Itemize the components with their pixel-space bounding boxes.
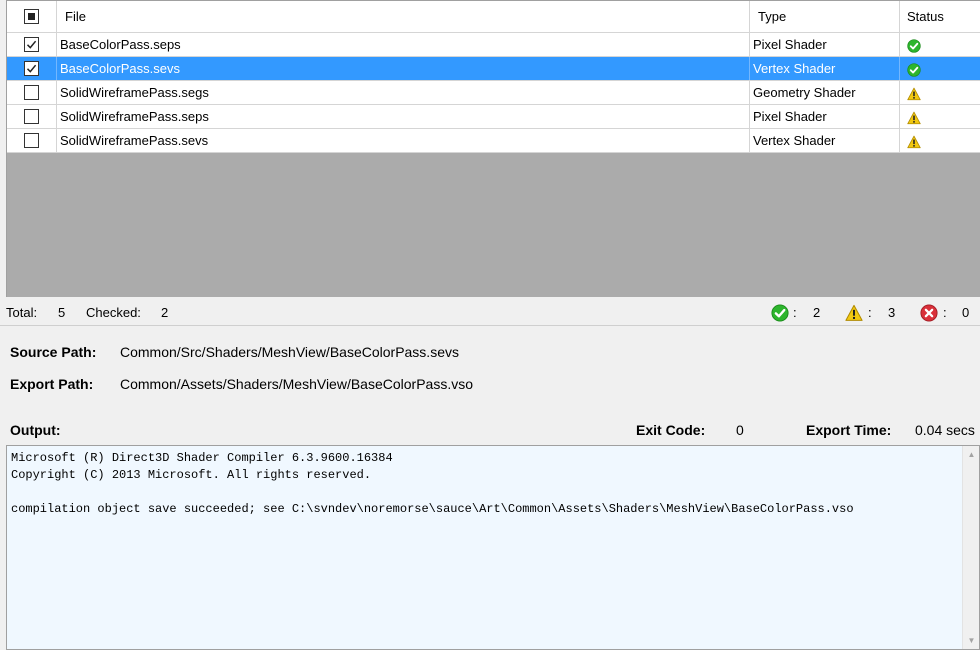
- output-label: Output:: [10, 422, 61, 438]
- totals-bar: Total: 5 Checked: 2 : 2 : 3 : 0: [0, 300, 980, 326]
- shader-type: Pixel Shader: [753, 109, 827, 124]
- shader-type: Vertex Shader: [753, 133, 836, 148]
- grid-rows: BaseColorPass.seps Pixel Shader BaseColo…: [7, 33, 980, 153]
- column-header-status-label: Status: [907, 9, 944, 24]
- ok-count: 2: [813, 305, 821, 320]
- warning-icon: [907, 85, 921, 104]
- warning-count: 3: [888, 305, 896, 320]
- select-all-checkbox[interactable]: [24, 9, 39, 24]
- output-scrollbar[interactable]: ▲ ▼: [962, 446, 979, 649]
- export-time-value: 0.04 secs: [915, 422, 975, 438]
- error-icon: [920, 304, 938, 331]
- file-name: BaseColorPass.seps: [60, 37, 181, 52]
- row-checkbox[interactable]: [24, 37, 39, 52]
- exit-code-label: Exit Code:: [636, 422, 706, 438]
- row-checkbox[interactable]: [24, 61, 39, 76]
- row-checkbox[interactable]: [24, 85, 39, 100]
- header-select-all[interactable]: [7, 1, 57, 33]
- total-label: Total:: [6, 305, 38, 320]
- table-row[interactable]: SolidWireframePass.segs Geometry Shader: [7, 81, 980, 105]
- error-separator: :: [943, 305, 947, 320]
- error-count: 0: [962, 305, 970, 320]
- file-name: BaseColorPass.sevs: [60, 61, 180, 76]
- row-checkbox[interactable]: [24, 109, 39, 124]
- output-text: Microsoft (R) Direct3D Shader Compiler 6…: [11, 451, 854, 516]
- checked-label: Checked:: [86, 305, 141, 320]
- total-value: 5: [58, 305, 66, 320]
- scroll-down-arrow[interactable]: ▼: [963, 632, 980, 649]
- file-name: SolidWireframePass.segs: [60, 85, 209, 100]
- output-textbox[interactable]: Microsoft (R) Direct3D Shader Compiler 6…: [6, 445, 980, 650]
- warning-icon: [907, 109, 921, 128]
- file-grid[interactable]: File Type Status BaseColorPass.seps Pixe…: [6, 0, 980, 297]
- checked-value: 2: [161, 305, 169, 320]
- scroll-up-arrow[interactable]: ▲: [963, 446, 980, 463]
- file-name: SolidWireframePass.seps: [60, 109, 209, 124]
- column-header-file-label: File: [65, 9, 86, 24]
- column-header-status[interactable]: Status: [900, 1, 980, 33]
- export-time-label: Export Time:: [806, 422, 892, 438]
- warning-separator: :: [868, 305, 872, 320]
- shader-type: Geometry Shader: [753, 85, 856, 100]
- source-path-value: Common/Src/Shaders/MeshView/BaseColorPas…: [120, 344, 459, 360]
- shader-type: Pixel Shader: [753, 37, 827, 52]
- ok-icon: [771, 304, 789, 331]
- shader-type: Vertex Shader: [753, 61, 836, 76]
- grid-header: File Type Status: [7, 1, 980, 33]
- check-circle-icon: [907, 37, 921, 56]
- table-row[interactable]: BaseColorPass.seps Pixel Shader: [7, 33, 980, 57]
- column-header-file[interactable]: File: [57, 1, 750, 33]
- file-name: SolidWireframePass.sevs: [60, 133, 209, 148]
- warning-icon: [845, 304, 863, 331]
- source-path-label: Source Path:: [10, 344, 97, 360]
- ok-separator: :: [793, 305, 797, 320]
- exit-code-value: 0: [736, 422, 744, 438]
- check-circle-icon: [907, 61, 921, 80]
- export-path-value: Common/Assets/Shaders/MeshView/BaseColor…: [120, 376, 474, 392]
- warning-icon: [907, 133, 921, 152]
- table-row[interactable]: BaseColorPass.sevs Vertex Shader: [7, 57, 980, 81]
- column-header-type[interactable]: Type: [750, 1, 900, 33]
- export-path-label: Export Path:: [10, 376, 94, 392]
- table-row[interactable]: SolidWireframePass.sevs Vertex Shader: [7, 129, 980, 153]
- row-checkbox[interactable]: [24, 133, 39, 148]
- column-header-type-label: Type: [758, 9, 787, 24]
- table-row[interactable]: SolidWireframePass.seps Pixel Shader: [7, 105, 980, 129]
